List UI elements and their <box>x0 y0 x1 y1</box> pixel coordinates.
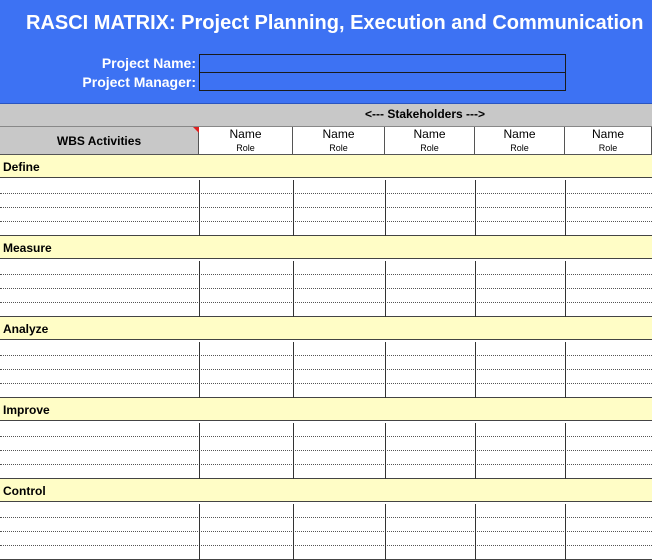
section-measure: Measure <box>0 236 652 259</box>
table-row[interactable] <box>0 465 652 479</box>
stakeholder-role: Role <box>420 143 439 153</box>
stakeholder-header-1[interactable]: Name Role <box>199 127 293 155</box>
column-divider <box>199 180 200 236</box>
column-divider <box>565 261 566 317</box>
wbs-activities-header: WBS Activities <box>0 127 199 155</box>
section-title: Analyze <box>3 322 49 336</box>
column-divider <box>293 261 294 317</box>
column-divider <box>385 504 386 560</box>
section-improve: Improve <box>0 398 652 421</box>
table-row[interactable] <box>0 222 652 236</box>
stakeholders-label: <--- Stakeholders ---> <box>364 107 486 121</box>
table-row[interactable] <box>0 342 652 356</box>
section-control: Control <box>0 479 652 502</box>
stakeholder-header-5[interactable]: Name Role <box>565 127 652 155</box>
stakeholder-role: Role <box>510 143 529 153</box>
table-row[interactable] <box>0 356 652 370</box>
table-row[interactable] <box>0 289 652 303</box>
column-divider <box>565 504 566 560</box>
table-row[interactable] <box>0 518 652 532</box>
project-name-field[interactable] <box>199 54 566 73</box>
column-divider <box>475 261 476 317</box>
column-divider <box>385 261 386 317</box>
table-row[interactable] <box>0 180 652 194</box>
stakeholder-role: Role <box>598 143 618 153</box>
table-row[interactable] <box>0 303 652 317</box>
stakeholder-role: Role <box>236 143 255 153</box>
header-banner: RASCI MATRIX: Project Planning, Executio… <box>0 0 652 104</box>
column-divider <box>199 504 200 560</box>
column-divider <box>293 423 294 479</box>
table-row[interactable] <box>0 504 652 518</box>
column-divider <box>565 423 566 479</box>
rasci-sheet: RASCI MATRIX: Project Planning, Executio… <box>0 0 652 560</box>
column-divider <box>565 180 566 236</box>
column-divider <box>199 261 200 317</box>
table-row[interactable] <box>0 423 652 437</box>
table-row[interactable] <box>0 532 652 546</box>
stakeholder-header-2[interactable]: Name Role <box>293 127 385 155</box>
table-row[interactable] <box>0 451 652 465</box>
table-row[interactable] <box>0 437 652 451</box>
column-divider <box>385 342 386 398</box>
stakeholder-name: Name <box>229 127 262 141</box>
stakeholder-header-4[interactable]: Name Role <box>475 127 565 155</box>
table-row[interactable] <box>0 546 652 560</box>
section-define: Define <box>0 155 652 178</box>
column-divider <box>475 423 476 479</box>
page-title: RASCI MATRIX: Project Planning, Executio… <box>26 12 644 34</box>
table-row[interactable] <box>0 194 652 208</box>
column-divider <box>385 180 386 236</box>
table-row[interactable] <box>0 370 652 384</box>
table-row[interactable] <box>0 261 652 275</box>
section-title: Control <box>3 484 46 498</box>
project-name-label: Project Name: <box>101 55 196 71</box>
stakeholder-header-3[interactable]: Name Role <box>385 127 475 155</box>
table-row[interactable] <box>0 208 652 222</box>
project-manager-field[interactable] <box>199 72 566 91</box>
stakeholder-name: Name <box>503 127 536 141</box>
column-divider <box>385 423 386 479</box>
stakeholder-role: Role <box>329 143 348 153</box>
column-divider <box>199 342 200 398</box>
section-title: Define <box>3 160 40 174</box>
stakeholder-name: Name <box>413 127 446 141</box>
stakeholders-band: <--- Stakeholders ---> <box>0 104 652 127</box>
column-divider <box>293 180 294 236</box>
column-divider <box>565 342 566 398</box>
stakeholder-name: Name <box>322 127 355 141</box>
column-divider <box>199 423 200 479</box>
column-divider <box>475 504 476 560</box>
section-title: Improve <box>3 403 50 417</box>
column-divider <box>293 504 294 560</box>
section-title: Measure <box>3 241 52 255</box>
column-divider <box>475 180 476 236</box>
stakeholder-name: Name <box>591 127 624 141</box>
table-row[interactable] <box>0 384 652 398</box>
column-divider <box>475 342 476 398</box>
section-analyze: Analyze <box>0 317 652 340</box>
project-manager-label: Project Manager: <box>82 74 196 90</box>
column-divider <box>293 342 294 398</box>
table-row[interactable] <box>0 275 652 289</box>
